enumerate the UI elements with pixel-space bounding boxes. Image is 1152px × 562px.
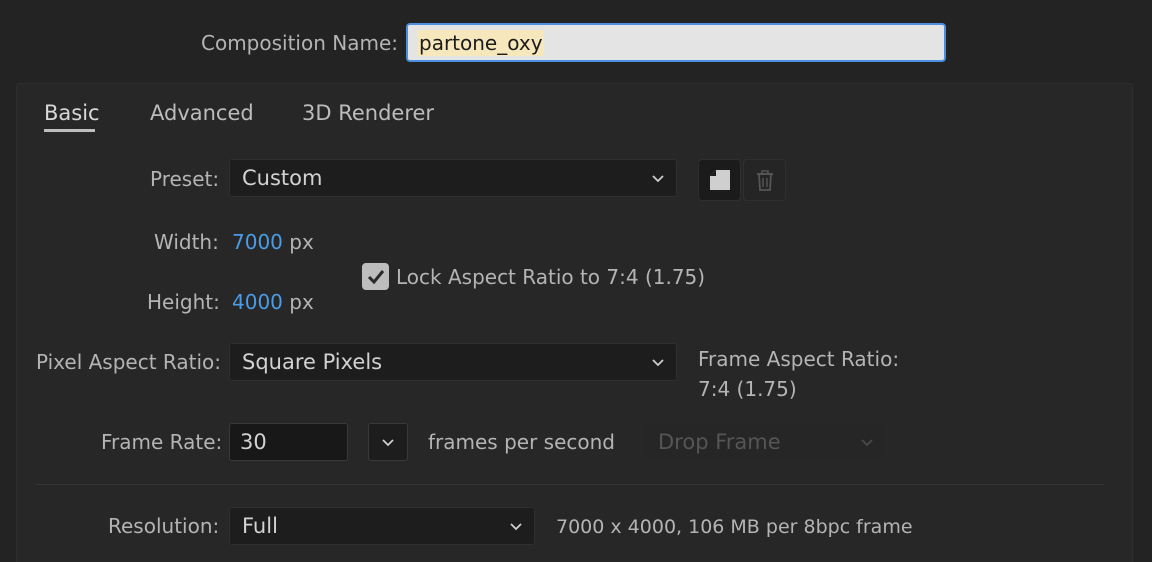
resolution-dropdown[interactable]: Full [229, 507, 535, 545]
height-label: Height: [147, 290, 220, 314]
height-unit: px [289, 290, 314, 314]
width-field[interactable]: 7000 px [232, 230, 314, 254]
drop-frame-dropdown[interactable]: Drop Frame [645, 423, 885, 461]
resolution-info: 7000 x 4000, 106 MB per 8bpc frame [556, 516, 913, 538]
pixel-aspect-label: Pixel Aspect Ratio: [36, 350, 221, 374]
frame-rate-value: 30 [240, 430, 267, 454]
height-value[interactable]: 4000 [232, 290, 283, 314]
lock-aspect-label: Lock Aspect Ratio to 7:4 (1.75) [396, 265, 706, 289]
section-divider [36, 484, 1104, 485]
pixel-aspect-dropdown[interactable]: Square Pixels [229, 343, 677, 381]
resolution-label: Resolution: [108, 514, 220, 538]
chevron-down-icon [861, 439, 873, 447]
composition-name-input[interactable]: partone_oxy [406, 23, 946, 62]
preset-value: Custom [242, 166, 323, 190]
pixel-aspect-value: Square Pixels [242, 350, 383, 374]
frame-aspect-value: 7:4 (1.75) [698, 377, 797, 401]
chevron-down-icon [510, 523, 522, 531]
height-field[interactable]: 4000 px [232, 290, 314, 314]
chevron-down-icon [382, 439, 394, 447]
tab-3d-renderer[interactable]: 3D Renderer [302, 100, 434, 126]
frame-rate-input[interactable]: 30 [229, 423, 348, 461]
composition-settings-dialog: Composition Name: partone_oxy Basic Adva… [0, 0, 1152, 562]
new-preset-button[interactable] [698, 159, 741, 201]
composition-name-value: partone_oxy [418, 29, 544, 56]
delete-preset-button[interactable] [743, 159, 786, 201]
width-unit: px [289, 230, 314, 254]
frame-rate-unit-label: frames per second [428, 430, 615, 454]
composition-name-label: Composition Name: [201, 31, 399, 55]
lock-aspect-checkbox[interactable] [362, 263, 389, 290]
chevron-down-icon [652, 359, 664, 367]
width-label: Width: [154, 230, 219, 254]
checkmark-icon [367, 269, 384, 284]
resolution-value: Full [242, 514, 278, 538]
frame-rate-label: Frame Rate: [101, 430, 223, 454]
drop-frame-value: Drop Frame [658, 430, 781, 454]
preset-label: Preset: [150, 167, 220, 191]
frame-aspect-label: Frame Aspect Ratio: [698, 347, 900, 371]
tab-basic[interactable]: Basic [44, 100, 100, 126]
frame-rate-dropdown[interactable] [368, 423, 408, 461]
chevron-down-icon [652, 175, 664, 183]
settings-panel [16, 83, 1133, 562]
tab-advanced[interactable]: Advanced [150, 100, 254, 126]
preset-dropdown[interactable]: Custom [229, 159, 677, 197]
new-preset-icon [709, 170, 730, 190]
delete-preset-icon [756, 170, 773, 191]
width-value[interactable]: 7000 [232, 230, 283, 254]
active-tab-indicator [44, 129, 95, 132]
